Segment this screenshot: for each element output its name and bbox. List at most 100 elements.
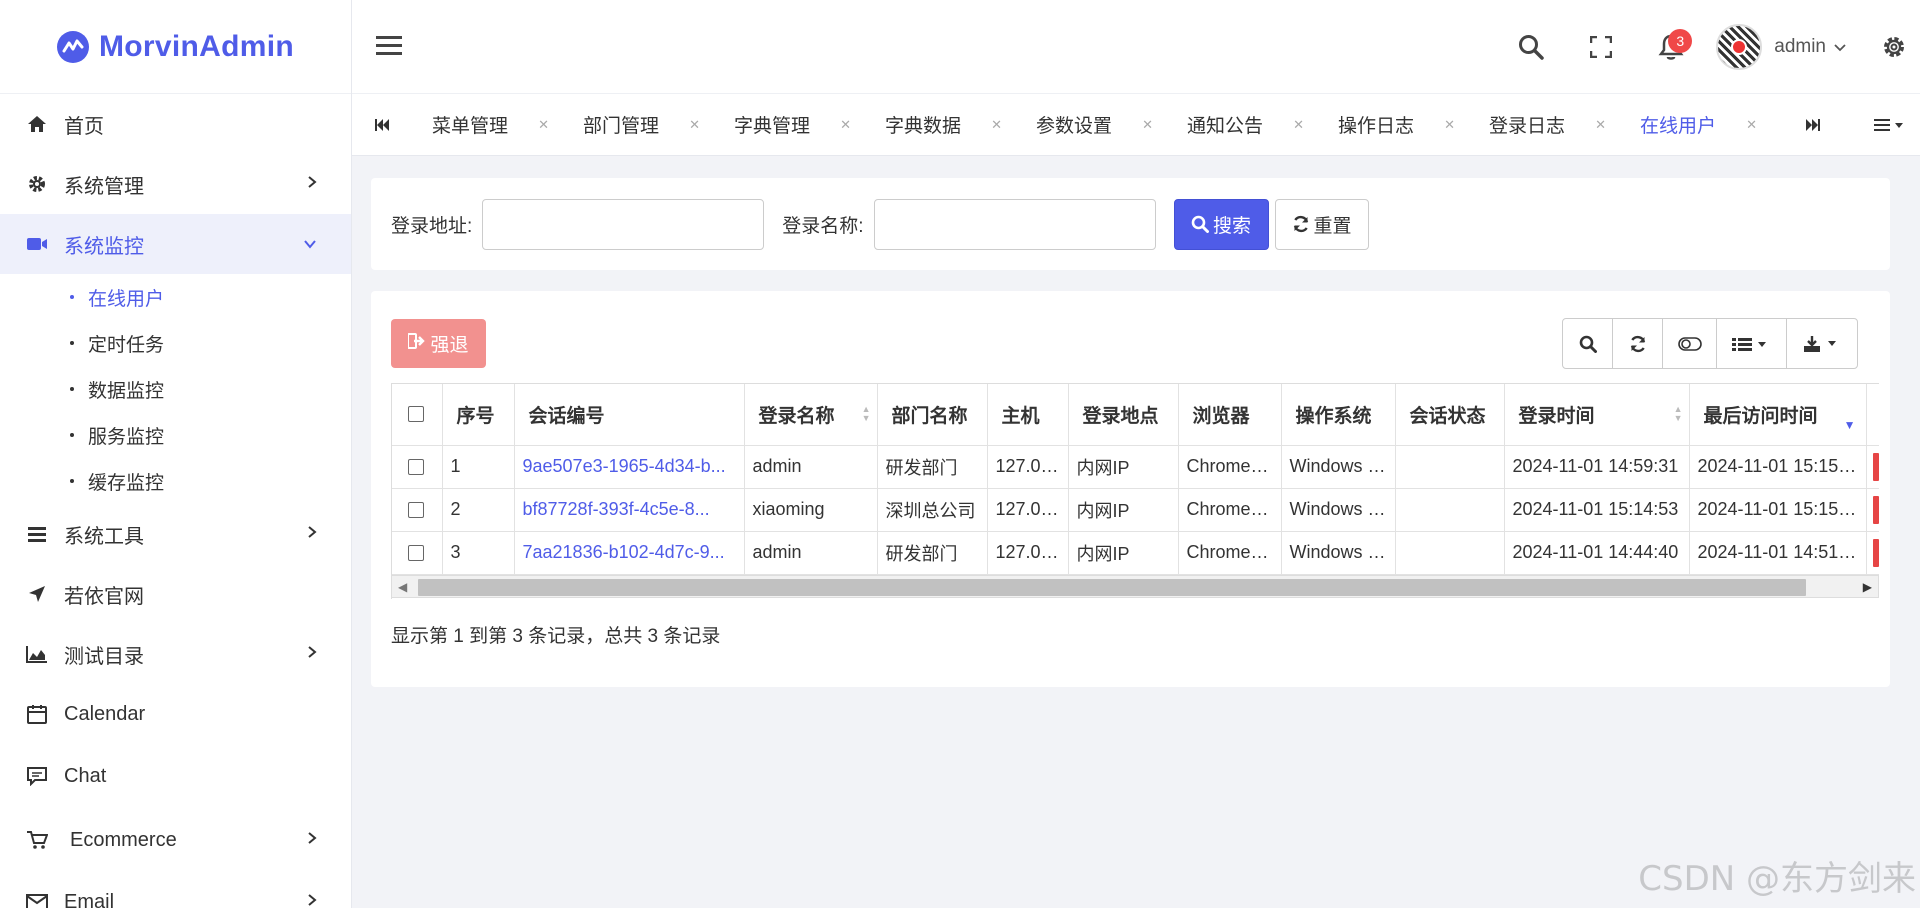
sidebar-item-system-monitor[interactable]: 系统监控 bbox=[0, 214, 351, 274]
row-checkbox[interactable] bbox=[408, 502, 424, 519]
tab-label: 在线用户 bbox=[1640, 116, 1717, 137]
table-horizontal-scrollbar[interactable]: ◀ ▶ bbox=[391, 575, 1879, 598]
close-icon[interactable]: ✕ bbox=[538, 117, 549, 133]
action-button-partial[interactable] bbox=[1872, 452, 1879, 481]
login-address-input[interactable] bbox=[482, 198, 765, 250]
sidebar: MorvinAdmin 首页 系统管理 系统监控 在线用户 定时任务 数据监控 … bbox=[0, 0, 352, 908]
sidebar-item-label: 首页 bbox=[64, 115, 104, 138]
tab-scroll-right-icon[interactable] bbox=[1783, 94, 1843, 156]
tab-notices[interactable]: 通知公告 ✕ bbox=[1167, 94, 1318, 156]
select-all-checkbox[interactable] bbox=[408, 406, 424, 423]
menu-toggle-icon[interactable] bbox=[376, 34, 402, 62]
tab-dict-data[interactable]: 字典数据 ✕ bbox=[865, 94, 1016, 156]
table-row[interactable]: 2 bf87728f-393f-4c5e-8... xiaoming 深圳总公司… bbox=[392, 488, 1879, 532]
cell-action[interactable] bbox=[1866, 531, 1879, 575]
close-icon[interactable]: ✕ bbox=[991, 117, 1002, 133]
submenu-item-online-users[interactable]: 在线用户 bbox=[0, 274, 351, 320]
cell-last-access: 2024-11-01 15:15:10 bbox=[1689, 445, 1867, 489]
tab-online-users[interactable]: 在线用户 ✕ bbox=[1620, 94, 1771, 156]
settings-gear-icon[interactable] bbox=[1868, 0, 1920, 94]
sidebar-item-test-directory[interactable]: 测试目录 bbox=[0, 624, 351, 684]
cell-session-id-link[interactable]: bf87728f-393f-4c5e-8... bbox=[514, 488, 745, 532]
location-arrow-icon bbox=[26, 583, 48, 605]
cell-last-access: 2024-11-01 15:15:05 bbox=[1689, 488, 1867, 532]
search-button-label: 搜索 bbox=[1213, 215, 1252, 237]
table-row[interactable]: 1 9ae507e3-1965-4d34-b... admin 研发部门 127… bbox=[392, 445, 1879, 489]
submenu-item-scheduled-tasks[interactable]: 定时任务 bbox=[0, 320, 351, 366]
fullscreen-icon[interactable] bbox=[1566, 0, 1636, 94]
page-tabs: 菜单管理 ✕ 部门管理 ✕ 字典管理 ✕ 字典数据 ✕ 参数设置 ✕ 通知公告 ✕ 操作日志… bbox=[352, 94, 1920, 156]
close-icon[interactable]: ✕ bbox=[1293, 117, 1304, 133]
select-all-checkbox-cell[interactable] bbox=[392, 384, 443, 446]
sidebar-item-ecommerce[interactable]: Ecommerce bbox=[0, 808, 351, 872]
cell-dept: 研发部门 bbox=[877, 445, 988, 489]
reset-button[interactable]: 重置 bbox=[1274, 198, 1369, 250]
toolbar-toggle-icon[interactable] bbox=[1663, 319, 1717, 368]
action-button-partial[interactable] bbox=[1872, 538, 1879, 567]
tab-scroll-left-icon[interactable] bbox=[352, 94, 412, 156]
column-header-label: 最后访问时间 bbox=[1703, 405, 1818, 427]
close-icon[interactable]: ✕ bbox=[1142, 117, 1153, 133]
action-button-partial[interactable] bbox=[1872, 495, 1879, 524]
sidebar-item-calendar[interactable]: Calendar bbox=[0, 684, 351, 744]
row-checkbox-cell[interactable] bbox=[392, 445, 443, 489]
cell-session-id-link[interactable]: 7aa21836-b102-4d7c-9... bbox=[514, 531, 745, 575]
tab-param-settings[interactable]: 参数设置 ✕ bbox=[1016, 94, 1167, 156]
column-header-sortable[interactable]: 登录时间 ▲ ▼ bbox=[1504, 384, 1690, 446]
user-menu[interactable]: admin bbox=[1716, 24, 1846, 70]
top-header: 3 admin bbox=[352, 0, 1920, 94]
app-logo[interactable]: MorvinAdmin bbox=[0, 0, 351, 94]
table-header-row: 序号 会话编号 登录名称 ▲ ▼ 部门名称 主机 登录地点 浏览器 操作系统 会话状… bbox=[392, 384, 1879, 446]
submenu-item-data-monitor[interactable]: 数据监控 bbox=[0, 366, 351, 412]
close-icon[interactable]: ✕ bbox=[1746, 117, 1757, 133]
sidebar-item-email[interactable]: Email bbox=[0, 872, 351, 908]
toolbar-search-icon[interactable] bbox=[1563, 319, 1613, 368]
close-icon[interactable]: ✕ bbox=[689, 117, 700, 133]
cell-action[interactable] bbox=[1866, 488, 1879, 532]
chevron-right-icon bbox=[307, 523, 317, 545]
close-icon[interactable]: ✕ bbox=[840, 117, 851, 133]
bullet-icon bbox=[70, 341, 74, 345]
tab-label: 部门管理 bbox=[583, 116, 660, 137]
sidebar-item-chat[interactable]: Chat bbox=[0, 744, 351, 808]
close-icon[interactable]: ✕ bbox=[1595, 117, 1606, 133]
tab-options-menu-icon[interactable] bbox=[1874, 94, 1906, 156]
close-icon[interactable]: ✕ bbox=[1444, 117, 1455, 133]
sidebar-item-ruoyi-site[interactable]: 若依官网 bbox=[0, 564, 351, 624]
submenu-item-cache-monitor[interactable]: 缓存监控 bbox=[0, 458, 351, 504]
column-header-sortable[interactable]: 登录名称 ▲ ▼ bbox=[744, 384, 878, 446]
cell-action[interactable] bbox=[1866, 445, 1879, 489]
row-checkbox[interactable] bbox=[408, 545, 424, 562]
sort-icon: ▲ ▼ bbox=[1673, 404, 1683, 424]
toolbar-export-icon[interactable] bbox=[1787, 319, 1857, 368]
tab-menu-management[interactable]: 菜单管理 ✕ bbox=[412, 94, 563, 156]
cell-session-id-link[interactable]: 9ae507e3-1965-4d34-b... bbox=[514, 445, 745, 489]
sidebar-item-home[interactable]: 首页 bbox=[0, 94, 351, 154]
login-name-input[interactable] bbox=[873, 198, 1156, 250]
tab-dict-management[interactable]: 字典管理 ✕ bbox=[714, 94, 865, 156]
table-row[interactable]: 3 7aa21836-b102-4d7c-9... admin 研发部门 127… bbox=[392, 531, 1879, 575]
sidebar-item-label: 系统工具 bbox=[64, 525, 144, 548]
username: admin bbox=[1774, 36, 1826, 57]
toolbar-refresh-icon[interactable] bbox=[1613, 319, 1663, 368]
tab-dept-management[interactable]: 部门管理 ✕ bbox=[563, 94, 714, 156]
tab-operation-log[interactable]: 操作日志 ✕ bbox=[1318, 94, 1469, 156]
search-button[interactable]: 搜索 bbox=[1173, 198, 1269, 250]
column-header-sortable[interactable]: 最后访问时间 ▼ bbox=[1689, 384, 1867, 446]
tab-login-log[interactable]: 登录日志 ✕ bbox=[1469, 94, 1620, 156]
row-checkbox-cell[interactable] bbox=[392, 488, 443, 532]
submenu-item-service-monitor[interactable]: 服务监控 bbox=[0, 412, 351, 458]
cell-status bbox=[1395, 531, 1505, 575]
cell-login-name: admin bbox=[744, 445, 878, 489]
toolbar-columns-icon[interactable] bbox=[1717, 319, 1787, 368]
sidebar-item-system-tools[interactable]: 系统工具 bbox=[0, 504, 351, 564]
sidebar-item-system-management[interactable]: 系统管理 bbox=[0, 154, 351, 214]
scrollbar-thumb[interactable] bbox=[418, 579, 1806, 596]
force-logout-button[interactable]: 强退 bbox=[391, 319, 486, 368]
scroll-right-arrow-icon[interactable]: ▶ bbox=[1863, 580, 1872, 594]
row-checkbox[interactable] bbox=[408, 459, 424, 476]
row-checkbox-cell[interactable] bbox=[392, 531, 443, 575]
scroll-left-arrow-icon[interactable]: ◀ bbox=[398, 580, 407, 594]
notification-bell-icon[interactable]: 3 bbox=[1636, 0, 1706, 94]
search-icon[interactable] bbox=[1496, 0, 1566, 94]
